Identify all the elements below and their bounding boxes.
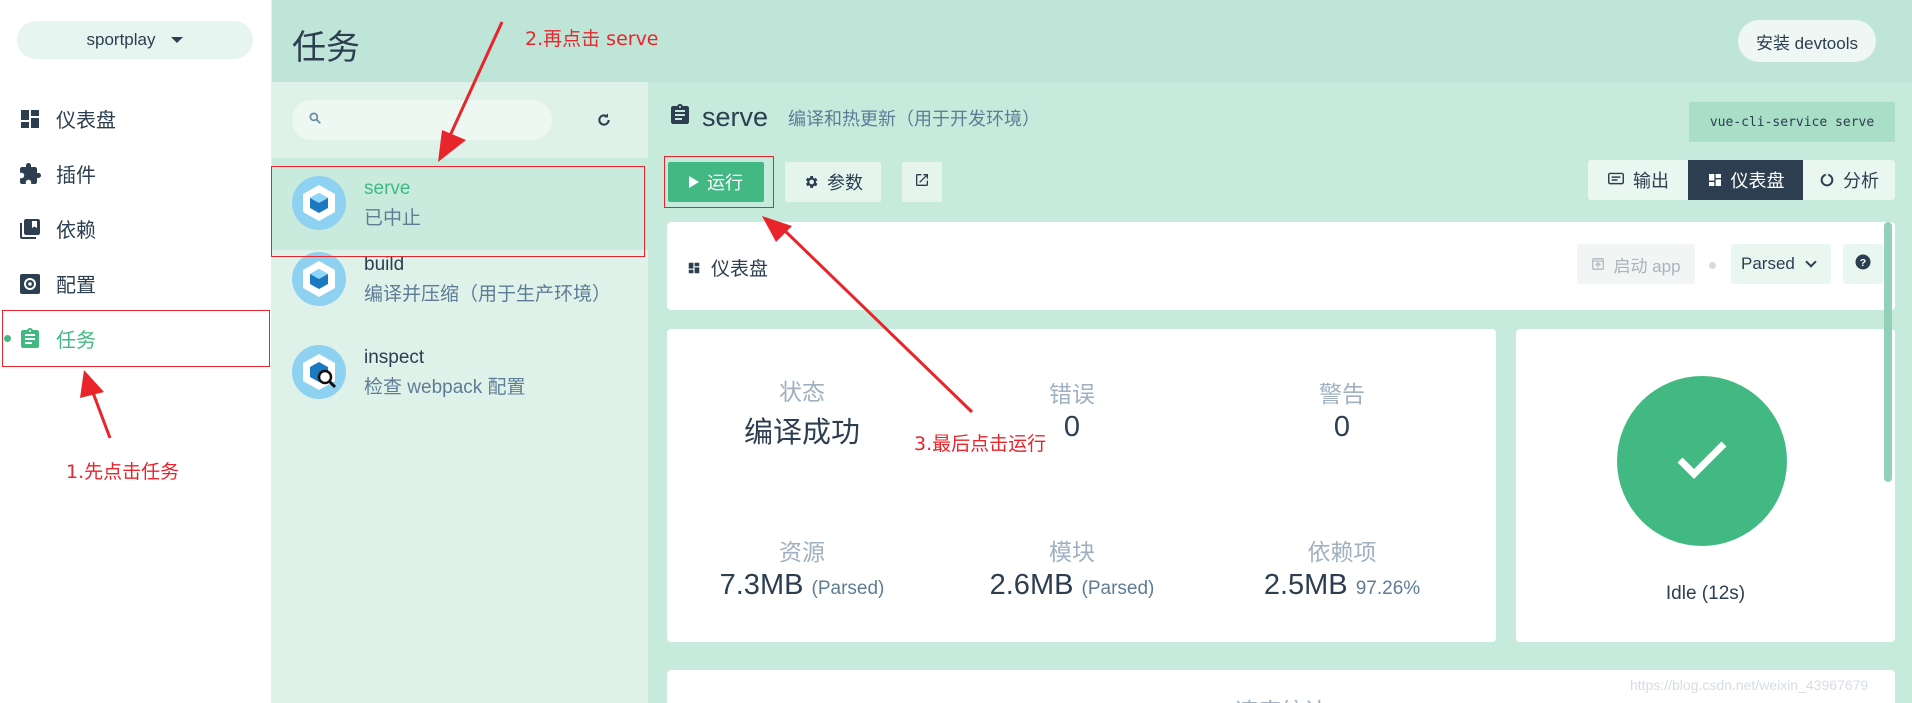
task-item-inspect[interactable]: inspect 检查 webpack 配置 <box>272 327 648 419</box>
stat-value: 0 <box>1333 411 1351 443</box>
status-indicator <box>1617 376 1787 546</box>
stat-assets: 资源 7.3MB (Parsed) <box>667 533 937 602</box>
task-description: 编译和热更新（用于开发环境） <box>788 108 1041 129</box>
start-app-button[interactable]: 启动 app <box>1577 244 1695 284</box>
stat-sub: (Parsed) <box>1081 578 1155 599</box>
status-card: Idle (12s) <box>1516 329 1895 642</box>
nav-item-plugins[interactable]: 插件 <box>0 146 270 201</box>
parameters-button[interactable]: 参数 <box>785 162 881 202</box>
webpack-inspect-icon <box>292 345 346 399</box>
nav-item-label: 插件 <box>56 165 96 187</box>
annotation-box-run <box>664 156 774 208</box>
help-icon: ? <box>1854 253 1872 276</box>
gear-icon <box>803 174 819 190</box>
stat-status: 状态 编译成功 <box>667 373 937 451</box>
task-title: serve <box>702 102 769 132</box>
dashboard-title-text: 仪表盘 <box>711 259 769 280</box>
view-dashboard-tab[interactable]: 仪表盘 <box>1688 160 1803 200</box>
caret-down-icon <box>171 37 184 43</box>
dashboard-icon <box>17 106 43 132</box>
webpack-icon <box>292 252 346 306</box>
dashboard-icon <box>687 261 701 275</box>
stat-warnings: 警告 0 <box>1207 375 1477 444</box>
separator-dot <box>1709 262 1716 269</box>
task-name: inspect <box>364 347 425 368</box>
puzzle-icon <box>17 161 43 187</box>
task-name: build <box>364 254 405 275</box>
stat-modules: 模块 2.6MB (Parsed) <box>937 533 1207 602</box>
page-title: 任务 <box>292 29 360 67</box>
open-external-button[interactable] <box>902 162 942 202</box>
nav-item-dependencies[interactable]: 依赖 <box>0 201 270 256</box>
task-detail-pane: serve 编译和热更新（用于开发环境） vue-cli-service ser… <box>648 82 1912 703</box>
annotation-step-3: 3.最后点击运行 <box>914 433 1047 455</box>
annotation-box-serve <box>271 166 645 257</box>
view-analyze-label: 分析 <box>1843 171 1879 191</box>
stat-value: 2.6MB <box>989 569 1074 601</box>
nav-item-label: 配置 <box>56 275 96 297</box>
stat-label: 状态 <box>779 379 825 405</box>
dashboard-icon <box>1707 172 1723 188</box>
scrollbar[interactable] <box>1884 222 1892 482</box>
search-box <box>292 100 552 140</box>
svg-text:?: ? <box>1860 256 1866 268</box>
task-description: 编译并压缩（用于生产环境） <box>364 284 612 305</box>
open-in-new-icon <box>914 172 930 193</box>
parameters-label: 参数 <box>827 173 863 193</box>
status-text: Idle (12s) <box>1665 583 1746 604</box>
chevron-down-icon <box>1805 256 1817 268</box>
stat-value: 编译成功 <box>743 417 860 449</box>
stat-label: 错误 <box>1049 381 1095 407</box>
check-icon <box>1674 436 1730 487</box>
refresh-icon[interactable] <box>592 108 616 132</box>
build-stats-card: 状态 编译成功 错误 0 警告 0 资源 7.3MB (Parsed) 模块 2… <box>667 329 1496 642</box>
size-mode-select[interactable]: Parsed <box>1731 244 1831 284</box>
top-bar: 任务 安装 devtools <box>272 0 1912 82</box>
stat-value: 7.3MB <box>719 569 804 601</box>
stat-label: 资源 <box>779 539 825 565</box>
task-description: 检查 webpack 配置 <box>364 377 526 398</box>
start-app-label: 启动 app <box>1613 256 1681 276</box>
dashboard-toolbar: 仪表盘 启动 app Parsed ? <box>667 222 1895 310</box>
stat-value: 2.5MB <box>1263 569 1348 601</box>
view-analyze-tab[interactable]: 分析 <box>1803 160 1895 200</box>
project-name: sportplay <box>86 30 156 49</box>
nav-item-label: 依赖 <box>56 220 96 242</box>
donut-chart-icon <box>1819 172 1835 188</box>
stat-sub: 97.26% <box>1355 578 1421 599</box>
search-input[interactable] <box>330 105 530 135</box>
message-icon <box>1607 172 1625 188</box>
dashboard-title: 仪表盘 <box>687 254 768 281</box>
help-button[interactable]: ? <box>1843 244 1883 284</box>
annotation-step-2: 2.再点击 serve <box>525 28 659 50</box>
view-output-tab[interactable]: 输出 <box>1588 160 1688 200</box>
library-icon <box>17 216 43 242</box>
stat-dependencies: 依赖项 2.5MB 97.26% <box>1207 533 1477 602</box>
nav-item-label: 仪表盘 <box>56 110 116 132</box>
speed-stats-title: 速度统计 <box>667 692 1895 703</box>
stat-sub: (Parsed) <box>811 578 885 599</box>
stat-label: 依赖项 <box>1307 539 1377 565</box>
view-output-label: 输出 <box>1633 171 1669 191</box>
clipboard-icon <box>668 102 692 133</box>
view-dashboard-label: 仪表盘 <box>1730 171 1785 191</box>
nav-item-dashboard[interactable]: 仪表盘 <box>0 91 270 146</box>
search-icon <box>308 111 322 130</box>
annotation-step-1: 1.先点击任务 <box>66 461 180 483</box>
stat-label: 警告 <box>1319 381 1365 407</box>
open-in-browser-icon <box>1591 257 1605 271</box>
nav-item-config[interactable]: 配置 <box>0 256 270 311</box>
size-mode-value: Parsed <box>1741 254 1795 273</box>
watermark: https://blog.csdn.net/weixin_43967679 <box>1630 677 1869 693</box>
command-chip: vue-cli-service serve <box>1689 102 1895 142</box>
settings-icon <box>17 271 43 297</box>
stat-label: 模块 <box>1049 539 1095 565</box>
task-header: serve 编译和热更新（用于开发环境） <box>668 102 1040 133</box>
install-devtools-button[interactable]: 安装 devtools <box>1737 20 1876 62</box>
annotation-box-tasks <box>2 310 270 367</box>
project-selector[interactable]: sportplay <box>17 21 253 59</box>
